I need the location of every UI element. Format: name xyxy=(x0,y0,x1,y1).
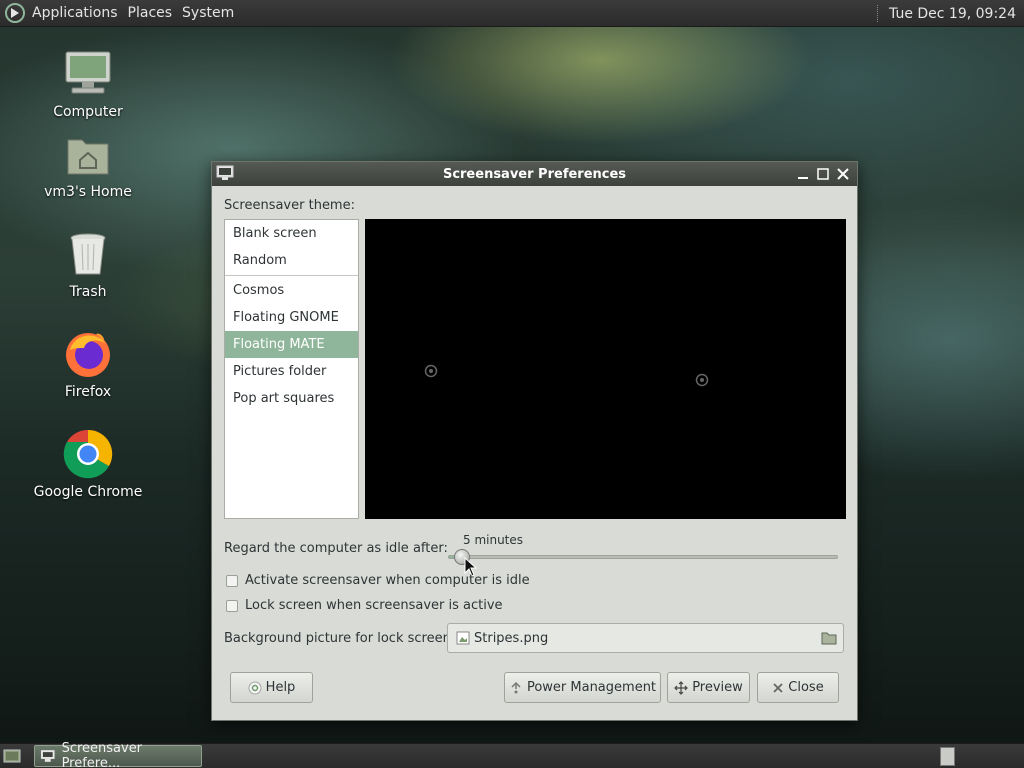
theme-item-pictures-folder[interactable]: Pictures folder xyxy=(225,358,358,385)
idle-slider-value: 5 minutes xyxy=(463,533,524,547)
bottom-panel: Screensaver Prefere... xyxy=(0,741,1024,768)
activate-screensaver-row[interactable]: Activate screensaver when computer is id… xyxy=(226,573,530,588)
theme-item-random[interactable]: Random xyxy=(225,247,358,274)
mate-logo-icon[interactable] xyxy=(4,2,26,24)
close-button[interactable]: Close xyxy=(757,672,839,703)
background-picture-label: Background picture for lock screen: xyxy=(224,631,456,646)
clock-area: Tue Dec 19, 09:24 xyxy=(877,0,1016,27)
idle-label: Regard the computer as idle after: xyxy=(224,541,448,556)
power-management-button[interactable]: Power Management xyxy=(504,672,661,703)
close-icon xyxy=(772,682,784,694)
theme-item-floating-mate[interactable]: Floating MATE xyxy=(225,331,358,358)
preview-button[interactable]: Preview xyxy=(667,672,750,703)
desktop-icon-computer[interactable]: Computer xyxy=(28,48,148,120)
top-panel: Applications Places System Tue Dec 19, 0… xyxy=(0,0,1024,27)
clock[interactable]: Tue Dec 19, 09:24 xyxy=(889,6,1016,22)
home-folder-icon xyxy=(62,128,114,180)
background-file-chooser[interactable]: Stripes.png xyxy=(447,623,844,653)
menu-places[interactable]: Places xyxy=(128,5,173,21)
fullscreen-icon xyxy=(674,680,689,695)
desktop-icon-trash[interactable]: Trash xyxy=(28,228,148,300)
theme-list[interactable]: Blank screen Random Cosmos Floating GNOM… xyxy=(224,219,359,519)
desktop-icon-label: vm3's Home xyxy=(44,184,132,200)
minimize-icon xyxy=(798,177,808,179)
activate-screensaver-checkbox[interactable] xyxy=(226,574,238,587)
maximize-icon xyxy=(817,168,829,180)
theme-item-cosmos[interactable]: Cosmos xyxy=(225,277,358,304)
close-icon xyxy=(837,168,849,180)
lock-screen-label[interactable]: Lock screen when screensaver is active xyxy=(245,598,503,613)
menu-applications[interactable]: Applications xyxy=(32,5,118,21)
taskbar-button-screensaver[interactable]: Screensaver Prefere... xyxy=(34,741,202,768)
image-file-icon xyxy=(456,631,470,645)
background-file-name: Stripes.png xyxy=(474,630,549,646)
panel-separator xyxy=(877,5,879,22)
help-icon xyxy=(248,681,262,695)
window-controls xyxy=(793,164,853,184)
mate-logo-icon xyxy=(695,373,709,387)
workspace-switcher[interactable] xyxy=(940,747,955,766)
theme-label: Screensaver theme: xyxy=(224,198,355,213)
screensaver-app-icon xyxy=(216,165,234,180)
screensaver-app-icon xyxy=(40,750,55,762)
trash-icon xyxy=(62,228,114,280)
theme-item-blank-screen[interactable]: Blank screen xyxy=(225,220,358,247)
preview-button-label: Preview xyxy=(692,680,743,695)
desktop-icon-chrome[interactable]: Google Chrome xyxy=(28,428,148,500)
mate-logo-icon xyxy=(424,364,438,378)
firefox-icon xyxy=(62,328,114,380)
minimize-button[interactable] xyxy=(793,164,813,184)
desktop-icon-label: Google Chrome xyxy=(33,484,143,500)
power-management-button-label: Power Management xyxy=(526,680,657,695)
close-window-button[interactable] xyxy=(833,164,853,184)
activate-screensaver-label[interactable]: Activate screensaver when computer is id… xyxy=(245,573,530,588)
close-button-label: Close xyxy=(788,680,824,695)
show-desktop-icon[interactable] xyxy=(3,748,21,764)
help-button[interactable]: Help xyxy=(230,672,313,703)
taskbar-button-label: Screensaver Prefere... xyxy=(61,741,143,768)
chrome-icon xyxy=(62,428,114,480)
desktop-icon-label: Computer xyxy=(53,104,123,120)
theme-preview xyxy=(365,219,846,519)
theme-item-floating-gnome[interactable]: Floating GNOME xyxy=(225,304,358,331)
lock-screen-checkbox[interactable] xyxy=(226,599,238,612)
lock-screen-row[interactable]: Lock screen when screensaver is active xyxy=(226,598,503,613)
desktop-icon-firefox[interactable]: Firefox xyxy=(28,328,148,400)
menu-system[interactable]: System xyxy=(182,5,234,21)
screensaver-preferences-dialog: Screensaver Preferences Screensaver them… xyxy=(211,161,858,721)
computer-icon xyxy=(62,48,114,100)
power-icon xyxy=(509,681,523,695)
theme-item-pop-art-squares[interactable]: Pop art squares xyxy=(225,385,358,412)
help-button-label: Help xyxy=(265,680,296,695)
title-bar[interactable]: Screensaver Preferences xyxy=(212,162,857,186)
desktop-icon-label: Firefox xyxy=(64,384,112,400)
idle-slider[interactable] xyxy=(448,555,838,559)
desktop-icon-label: Trash xyxy=(69,284,107,300)
maximize-button[interactable] xyxy=(813,164,833,184)
folder-icon[interactable] xyxy=(821,631,837,645)
desktop-icon-home[interactable]: vm3's Home xyxy=(28,128,148,200)
window-title: Screensaver Preferences xyxy=(442,166,627,182)
